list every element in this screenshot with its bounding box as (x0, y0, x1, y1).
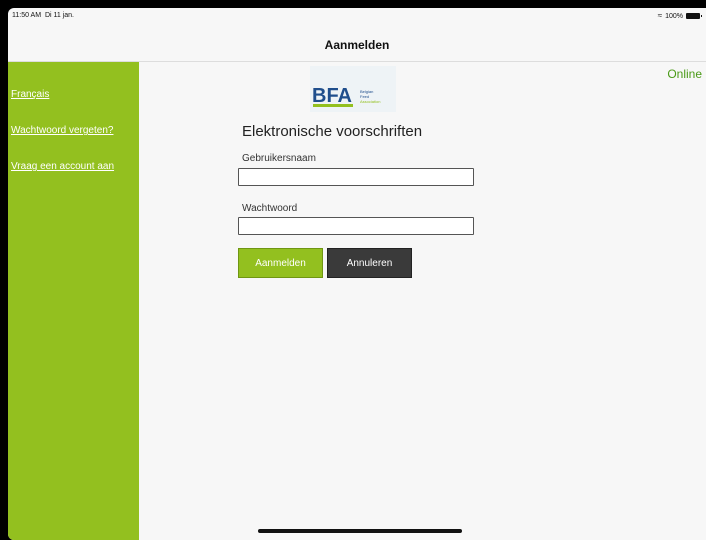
cancel-button[interactable]: Annuleren (327, 248, 412, 278)
battery-percent: 100% (665, 12, 683, 20)
logo-brand: BFA (312, 85, 352, 107)
username-field[interactable] (238, 168, 474, 186)
status-indicators: ≈ 100% (657, 11, 702, 20)
username-label: Gebruikersnaam (242, 153, 316, 164)
online-status: Online (667, 67, 702, 81)
home-indicator (258, 529, 462, 533)
ipad-screen: 11:50 AM Di 11 jan. ≈ 100% Aanmelden Fra… (8, 8, 706, 540)
status-time: 11:50 AM (12, 12, 42, 19)
sidebar: Français Wachtwoord vergeten? Vraag een … (8, 62, 139, 540)
password-field[interactable] (238, 217, 474, 235)
status-date: Di 11 jan. (44, 12, 75, 19)
page-title: Aanmelden (324, 37, 390, 52)
logo-line-3: Association (360, 99, 380, 104)
form-title: Elektronische voorschriften (242, 123, 423, 140)
sidebar-item-forgot-password[interactable]: Wachtwoord vergeten? (11, 125, 113, 136)
sidebar-item-request-account[interactable]: Vraag een account aan (11, 161, 114, 172)
sidebar-item-francais[interactable]: Français (11, 89, 49, 100)
login-button[interactable]: Aanmelden (238, 248, 323, 278)
status-time-date: 11:50 AM Di 11 jan. (12, 12, 74, 19)
status-bar: 11:50 AM Di 11 jan. ≈ 100% (8, 8, 706, 28)
password-label: Wachtwoord (242, 203, 298, 214)
battery-icon (686, 13, 702, 19)
wifi-icon: ≈ (657, 11, 663, 20)
bfa-logo: BFA Belgian Feed Association (310, 66, 396, 112)
navigation-bar: Aanmelden (8, 28, 706, 62)
